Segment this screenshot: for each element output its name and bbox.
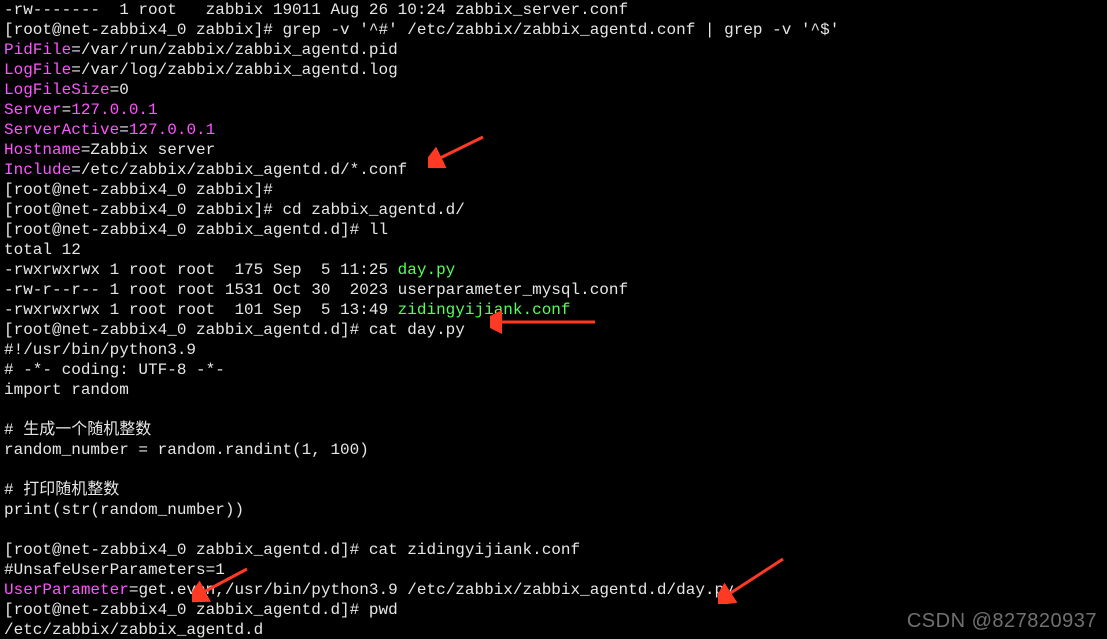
- prompt-empty: [root@net-zabbix4_0 zabbix]#: [4, 181, 273, 199]
- py-coding: # -*- coding: UTF-8 -*-: [4, 361, 225, 379]
- cfg-serveractive: ServerActive=127.0.0.1: [4, 121, 215, 139]
- ll-row-userparam: -rw-r--r-- 1 root root 1531 Oct 30 2023 …: [4, 281, 628, 299]
- conf-userparam: UserParameter=get.even,/usr/bin/python3.…: [4, 581, 734, 599]
- py-randint: random_number = random.randint(1, 100): [4, 441, 369, 459]
- cfg-include: Include=/etc/zabbix/zabbix_agentd.d/*.co…: [4, 161, 407, 179]
- pwd-output: /etc/zabbix/zabbix_agentd.d: [4, 621, 263, 639]
- prompt-cd: [root@net-zabbix4_0 zabbix]# cd zabbix_a…: [4, 201, 465, 219]
- cfg-server: Server=127.0.0.1: [4, 101, 158, 119]
- conf-unsafe: #UnsafeUserParameters=1: [4, 561, 225, 579]
- prompt-cat-conf: [root@net-zabbix4_0 zabbix_agentd.d]# ca…: [4, 541, 580, 559]
- ll-row-zidingyi: -rwxrwxrwx 1 root root 101 Sep 5 13:49 z…: [4, 301, 571, 319]
- ls-line: -rw------- 1 root zabbix 19011 Aug 26 10…: [4, 1, 628, 19]
- cfg-hostname: Hostname=Zabbix server: [4, 141, 215, 159]
- py-print: print(str(random_number)): [4, 501, 244, 519]
- watermark-text: CSDN @827820937: [907, 611, 1097, 631]
- ll-row-daypy: -rwxrwxrwx 1 root root 175 Sep 5 11:25 d…: [4, 261, 455, 279]
- cfg-logfilesize: LogFileSize=0: [4, 81, 129, 99]
- terminal-output[interactable]: -rw------- 1 root zabbix 19011 Aug 26 10…: [0, 0, 1107, 639]
- prompt-grep: [root@net-zabbix4_0 zabbix]# grep -v '^#…: [4, 21, 839, 39]
- prompt-cat-daypy: [root@net-zabbix4_0 zabbix_agentd.d]# ca…: [4, 321, 465, 339]
- py-comment1: # 生成一个随机整数: [4, 421, 151, 439]
- prompt-ll: [root@net-zabbix4_0 zabbix_agentd.d]# ll: [4, 221, 388, 239]
- py-shebang: #!/usr/bin/python3.9: [4, 341, 196, 359]
- py-comment2: # 打印随机整数: [4, 481, 119, 499]
- ll-total: total 12: [4, 241, 81, 259]
- py-import: import random: [4, 381, 129, 399]
- cfg-pidfile: PidFile=/var/run/zabbix/zabbix_agentd.pi…: [4, 41, 398, 59]
- prompt-pwd: [root@net-zabbix4_0 zabbix_agentd.d]# pw…: [4, 601, 398, 619]
- cfg-logfile: LogFile=/var/log/zabbix/zabbix_agentd.lo…: [4, 61, 398, 79]
